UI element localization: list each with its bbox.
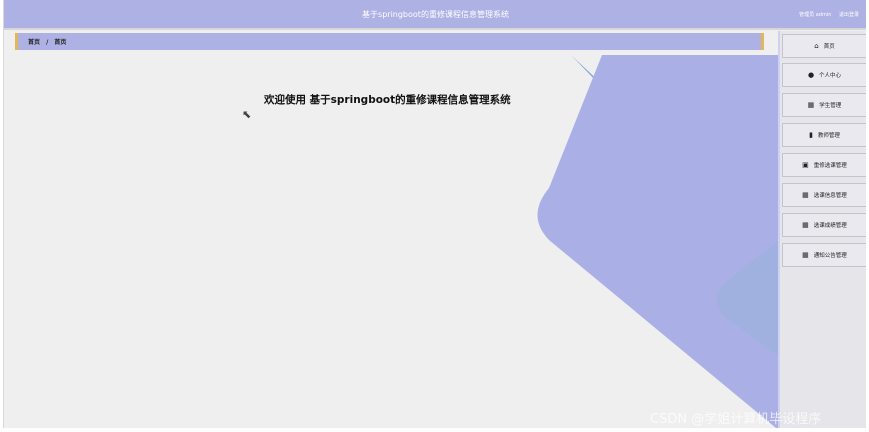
sidebar-item-label: 个人中心: [819, 73, 842, 79]
breadcrumb: 首页 / 首页: [15, 33, 764, 50]
sidebar-item-label: 重修选课管理: [813, 163, 847, 169]
sidebar-item-label: 学生管理: [819, 103, 842, 109]
mouse-cursor-icon: ⬉: [242, 108, 252, 121]
sidebar-item-course-selection-info[interactable]: ▦ 选课信息管理: [782, 183, 866, 207]
app-window: 基于springboot的重修课程信息管理系统 管理员 admin 退出登录 首…: [3, 0, 866, 428]
sidebar-item-label: 通知公告管理: [813, 253, 847, 259]
logout-link[interactable]: 退出登录: [839, 12, 859, 18]
sidebar-item-home[interactable]: ⌂ 首页: [782, 34, 866, 58]
sidebar-item-course-grades[interactable]: ▦ 选课成绩管理: [782, 213, 866, 237]
admin-user-label: 管理员 admin: [799, 12, 832, 18]
grid-icon: ▦: [802, 221, 809, 229]
welcome-heading: 欢迎使用 基于springboot的重修课程信息管理系统: [264, 94, 511, 106]
breadcrumb-current: 首页: [54, 39, 67, 46]
user-icon: ●: [807, 71, 815, 79]
clipboard-icon: ▣: [802, 161, 809, 169]
sidebar-item-student-management[interactable]: ▦ 学生管理: [782, 93, 866, 117]
header-user-area: 管理员 admin 退出登录: [793, 11, 859, 18]
app-title: 基于springboot的重修课程信息管理系统: [362, 10, 509, 19]
top-header: 基于springboot的重修课程信息管理系统 管理员 admin 退出登录: [4, 0, 866, 30]
breadcrumb-home-link[interactable]: 首页: [28, 39, 40, 46]
grid-icon: ▦: [802, 191, 809, 199]
grid-icon: ▦: [802, 251, 809, 259]
sidebar-item-announcements[interactable]: ▦ 通知公告管理: [782, 243, 866, 267]
sidebar-item-teacher-management[interactable]: ▮ 教师管理: [782, 123, 866, 147]
csdn-watermark: CSDN @学姐计算机毕设程序: [650, 412, 822, 427]
bg-purple-diamond-shape: [537, 55, 779, 428]
sidebar-item-label: 教师管理: [817, 133, 840, 139]
grid-icon: ▦: [807, 101, 815, 109]
home-icon: ⌂: [814, 42, 819, 50]
sidebar-item-label: 选课成绩管理: [813, 223, 847, 229]
sidebar-item-retake-course-management[interactable]: ▣ 重修选课管理: [782, 153, 866, 177]
sidebar-menu: ⌂ 首页 ● 个人中心 ▦ 学生管理 ▮ 教师管理 ▣ 重修选课管理 ▦ 选课信…: [778, 31, 866, 428]
sidebar-item-label: 首页: [823, 44, 835, 50]
sidebar-item-label: 选课信息管理: [813, 193, 847, 199]
book-icon: ▮: [809, 131, 813, 139]
sidebar-item-personal-center[interactable]: ● 个人中心: [782, 63, 866, 87]
breadcrumb-separator: /: [46, 39, 49, 46]
